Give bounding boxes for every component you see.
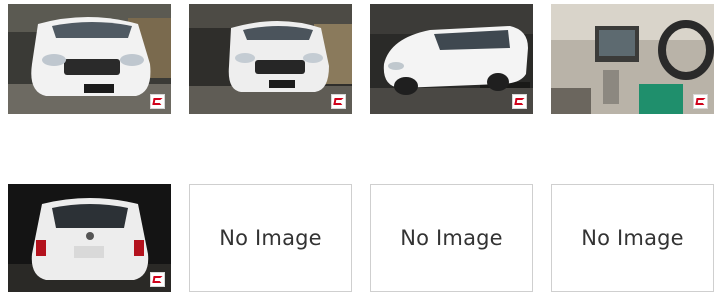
source-badge-icon xyxy=(512,94,527,109)
car-front-angled-photo xyxy=(189,4,352,114)
no-image-label: No Image xyxy=(581,226,684,250)
source-badge-icon xyxy=(331,94,346,109)
car-front-photo xyxy=(8,4,171,114)
photo-gallery-grid: No Image No Image No Image xyxy=(0,0,714,296)
source-badge-icon xyxy=(150,272,165,287)
photo-thumbnail-front-angled[interactable] xyxy=(189,4,352,114)
photo-thumbnail-side[interactable] xyxy=(370,4,533,114)
photo-thumbnail-interior[interactable] xyxy=(551,4,714,114)
no-image-placeholder: No Image xyxy=(551,184,714,292)
source-badge-icon xyxy=(693,94,708,109)
car-rear-photo xyxy=(8,184,171,292)
photo-thumbnail-rear[interactable] xyxy=(8,184,171,292)
photo-thumbnail-front[interactable] xyxy=(8,4,171,114)
no-image-label: No Image xyxy=(400,226,503,250)
car-interior-photo xyxy=(551,4,714,114)
no-image-placeholder: No Image xyxy=(370,184,533,292)
car-side-photo xyxy=(370,4,533,114)
source-badge-icon xyxy=(150,94,165,109)
no-image-label: No Image xyxy=(219,226,322,250)
no-image-placeholder: No Image xyxy=(189,184,352,292)
